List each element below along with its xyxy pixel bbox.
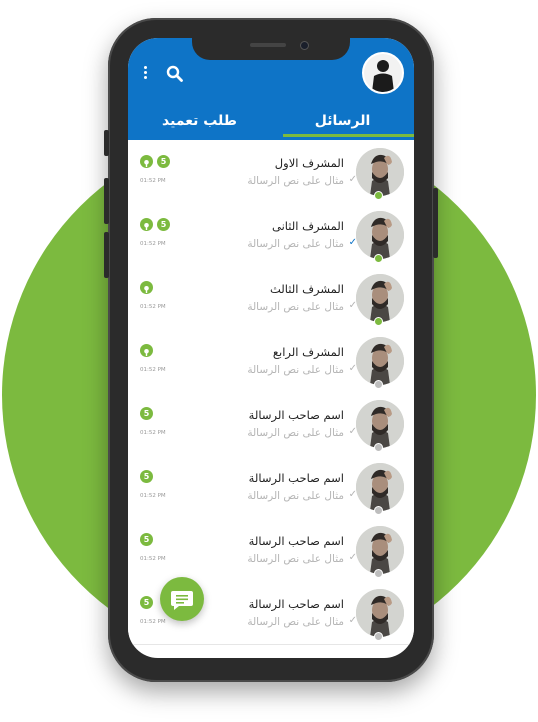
sender-name: المشرف الثانى: [272, 219, 344, 233]
sender-name: اسم صاحب الرسالة: [248, 597, 344, 611]
offline-status-dot: [374, 443, 383, 452]
offline-status-dot: [374, 380, 383, 389]
message-row[interactable]: المشرف الاول ✓ مثال على نص الرسالة 01:52 PM…: [128, 140, 414, 204]
message-row[interactable]: اسم صاحب الرسالة ✓ مثال على نص الرسالة 01:5…: [128, 392, 414, 456]
message-time: 01:52 PM: [140, 304, 166, 310]
mute-switch: [104, 130, 109, 156]
new-message-button[interactable]: [160, 577, 204, 621]
sender-name: المشرف الثالث: [270, 282, 344, 296]
message-time: 01:52 PM: [140, 241, 166, 247]
unread-count-badge: 5: [140, 596, 153, 609]
offline-status-dot: [374, 569, 383, 578]
message-time: 01:52 PM: [140, 493, 166, 499]
read-check-icon: ✓: [348, 426, 357, 437]
pin-icon: [140, 344, 153, 357]
message-row[interactable]: المشرف الثالث ✓ مثال على نص الرسالة 01:52 P…: [128, 266, 414, 330]
unread-count-badge: 5: [140, 533, 153, 546]
offline-status-dot: [374, 632, 383, 641]
pin-icon: [140, 155, 153, 168]
tab-approval-request[interactable]: طلب تعميد: [128, 106, 271, 140]
message-time: 01:52 PM: [140, 430, 166, 436]
message-preview: مثال على نص الرسالة: [247, 238, 344, 250]
sender-name: المشرف الاول: [274, 156, 344, 170]
message-time: 01:52 PM: [140, 556, 166, 562]
contact-avatar: [356, 463, 404, 511]
message-preview: مثال على نص الرسالة: [247, 301, 344, 313]
sender-name: اسم صاحب الرسالة: [248, 534, 344, 548]
read-check-icon: ✓: [348, 174, 357, 185]
front-camera: [300, 41, 309, 50]
message-preview: مثال على نص الرسالة: [247, 616, 344, 628]
message-row[interactable]: المشرف الرابع ✓ مثال على نص الرسالة 01:52 P…: [128, 329, 414, 393]
offline-status-dot: [374, 506, 383, 515]
online-status-dot: [374, 191, 383, 200]
unread-count-badge: 5: [140, 470, 153, 483]
notch: [192, 38, 350, 60]
volume-down-button: [104, 232, 109, 278]
pin-icon: [140, 281, 153, 294]
unread-count-badge: 5: [157, 218, 170, 231]
message-row[interactable]: اسم صاحب الرسالة ✓ مثال على نص الرسالة 01:5…: [128, 518, 414, 582]
volume-up-button: [104, 178, 109, 224]
read-check-icon: ✓: [348, 489, 357, 500]
contact-avatar: [356, 148, 404, 196]
contact-avatar: [356, 589, 404, 637]
read-check-icon: ✓: [348, 363, 357, 374]
read-check-icon: ✓: [348, 237, 357, 248]
sender-name: المشرف الرابع: [272, 345, 344, 359]
message-time: 01:52 PM: [140, 178, 166, 184]
search-icon[interactable]: [166, 65, 184, 83]
message-preview: مثال على نص الرسالة: [247, 427, 344, 439]
message-preview: مثال على نص الرسالة: [247, 490, 344, 502]
profile-avatar[interactable]: [362, 52, 404, 94]
message-time: 01:52 PM: [140, 367, 166, 373]
more-vert-icon[interactable]: [140, 66, 150, 82]
message-row[interactable]: المشرف الثانى ✓ مثال على نص الرسالة 01:52 P…: [128, 203, 414, 267]
phone-frame: طلب تعميد الرسائل المشرف الاول ✓ مثال على …: [104, 18, 438, 682]
message-preview: مثال على نص الرسالة: [247, 553, 344, 565]
contact-avatar: [356, 526, 404, 574]
unread-count-badge: 5: [140, 407, 153, 420]
online-status-dot: [374, 254, 383, 263]
read-check-icon: ✓: [348, 615, 357, 626]
unread-count-badge: 5: [157, 155, 170, 168]
contact-avatar: [356, 337, 404, 385]
contact-avatar: [356, 274, 404, 322]
sender-name: اسم صاحب الرسالة: [248, 408, 344, 422]
pin-icon: [140, 218, 153, 231]
speaker: [250, 43, 286, 47]
contact-avatar: [356, 400, 404, 448]
sender-name: اسم صاحب الرسالة: [248, 471, 344, 485]
message-preview: مثال على نص الرسالة: [247, 175, 344, 187]
message-row[interactable]: اسم صاحب الرسالة ✓ مثال على نص الرسالة 01:5…: [128, 455, 414, 519]
active-tab-indicator: [283, 134, 414, 137]
read-check-icon: ✓: [348, 300, 357, 311]
message-preview: مثال على نص الرسالة: [247, 364, 344, 376]
power-button: [433, 188, 438, 258]
contact-avatar: [356, 211, 404, 259]
online-status-dot: [374, 317, 383, 326]
read-check-icon: ✓: [348, 552, 357, 563]
phone-screen: طلب تعميد الرسائل المشرف الاول ✓ مثال على …: [128, 38, 414, 658]
chat-icon: [171, 591, 193, 610]
